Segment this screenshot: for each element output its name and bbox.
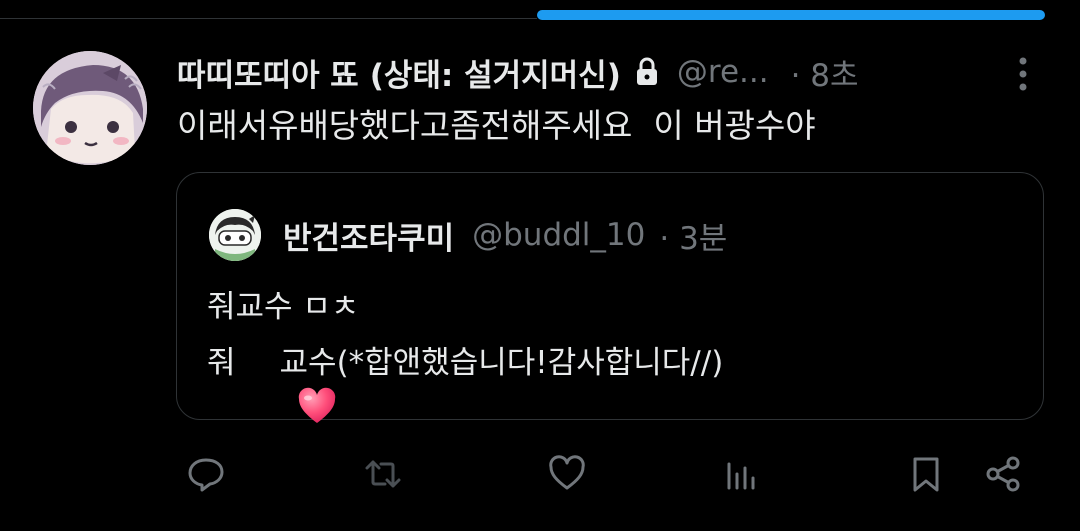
lock-icon — [635, 57, 659, 87]
share-icon — [986, 456, 1020, 492]
quoted-text-line-2: 줘 교수(*합앤했습니다!감사합니다//) — [207, 341, 724, 423]
top-divider — [0, 18, 537, 19]
share-button[interactable] — [977, 448, 1029, 500]
bookmark-button[interactable] — [900, 448, 952, 500]
user-handle[interactable]: @re... — [677, 54, 769, 90]
retweet-icon — [365, 460, 401, 488]
avatar-illustration — [33, 51, 147, 165]
views-button[interactable] — [715, 448, 767, 500]
quoted-display-name[interactable]: 반건조타쿠미 — [283, 213, 454, 258]
tweet-text: 이래서유배당했다고좀전해주세요 이 버광수야 — [177, 106, 816, 145]
quoted-text-line-1: 줘교수 ㅁㅊ — [207, 289, 360, 325]
quoted-timestamp[interactable]: · 3분 — [659, 213, 727, 258]
more-vertical-icon[interactable] — [1012, 56, 1034, 92]
heart-icon — [549, 455, 585, 490]
bookmark-icon — [913, 457, 939, 492]
retweet-button[interactable] — [357, 448, 409, 500]
quoted-tweet-card[interactable]: 반건조타쿠미 @buddl_10 · 3분 줘교수 ㅁㅊ 줘 교수(*합앤했습니… — [176, 172, 1044, 423]
reply-button[interactable] — [180, 448, 232, 500]
quoted-header: 반건조타쿠미 @buddl_10 · 3분 — [283, 209, 727, 261]
timestamp[interactable]: · 8초 — [791, 50, 859, 95]
display-name[interactable]: 따띠또띠아 뚀 (상태: 설거지머신) — [177, 50, 621, 95]
quoted-avatar[interactable] — [209, 209, 261, 261]
quoted-text-suffix: 교수(*합앤했습니다!감사합니다//) — [279, 345, 724, 381]
heart-emoji — [238, 343, 335, 423]
views-icon — [727, 462, 755, 490]
tweet-header: 따띠또띠아 뚀 (상태: 설거지머신) @re... · 8초 — [177, 48, 997, 96]
quoted-text-prefix: 줘 — [207, 345, 236, 381]
loading-progress-bar — [537, 10, 1045, 20]
like-button[interactable] — [541, 448, 593, 500]
quoted-handle[interactable]: @buddl_10 — [472, 217, 645, 253]
reply-icon — [188, 458, 224, 492]
quoted-avatar-illustration — [209, 209, 261, 261]
tweet-action-bar — [0, 448, 1080, 500]
avatar[interactable] — [33, 51, 147, 165]
